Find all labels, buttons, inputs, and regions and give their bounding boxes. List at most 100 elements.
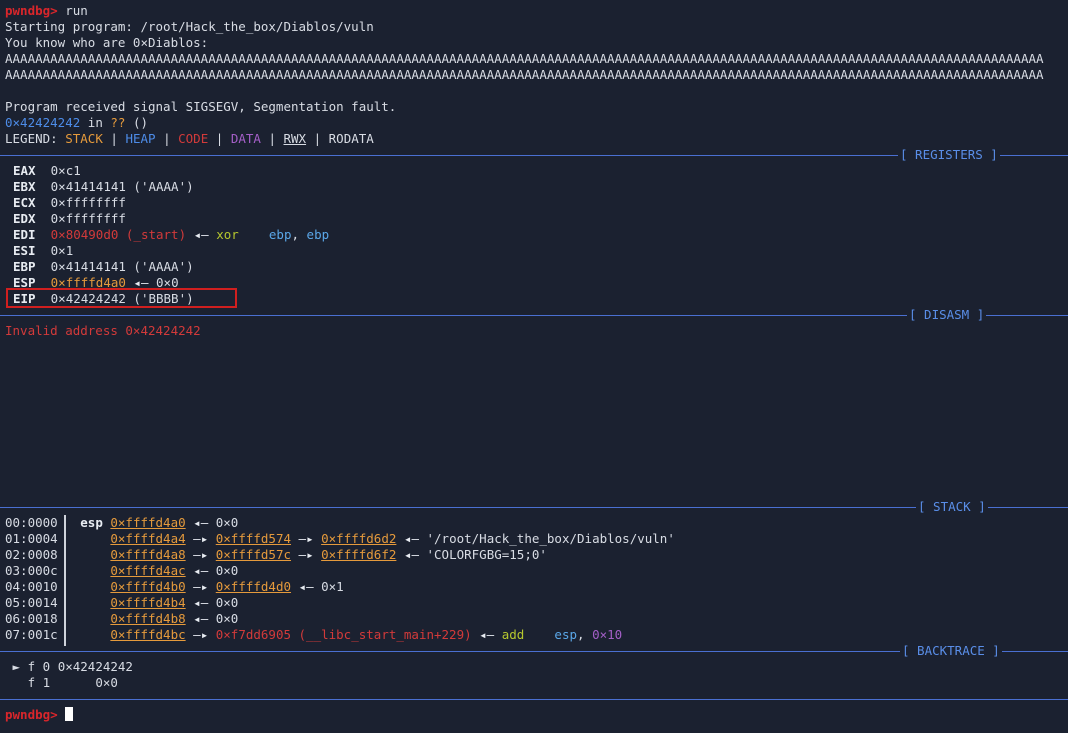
legend-rodata: RODATA [328, 131, 374, 146]
legend-label: LEGEND: [5, 131, 66, 146]
deref-arrow: —▸ [185, 531, 216, 546]
reg-value: 0×41414141 ('AAAA') [50, 259, 194, 274]
stack-pointer[interactable]: 0×f7dd6905 (__libc_start_main+229) [216, 627, 472, 642]
stack-address[interactable]: 0×ffffd4a8 [110, 547, 185, 562]
legend-bar: | [306, 131, 329, 146]
eip-highlight-box [6, 288, 237, 308]
stack-row: 03:000c 0×ffffd4ac ◂— 0×0 [5, 563, 238, 579]
stack-offset: 01:0004 [5, 531, 58, 546]
deref-arrow: —▸ [185, 547, 216, 562]
reg-name: EBX [13, 179, 36, 194]
stack-address[interactable]: 0×ffffd4b4 [110, 595, 185, 610]
reg-name: EAX [13, 163, 36, 178]
stack-value: 0×0 [215, 515, 239, 530]
register-eax: EAX 0×c1 [13, 163, 81, 179]
deref-arrow: —▸ [291, 531, 322, 546]
stack-offset: 07:001c [5, 627, 58, 642]
terminal-window[interactable]: pwndbg> run Starting program: /root/Hack… [0, 0, 1068, 733]
stack-address[interactable]: 0×ffffd4a4 [110, 531, 185, 546]
stack-pointer[interactable]: 0×ffffd6f2 [321, 547, 396, 562]
prompt: pwndbg> [5, 707, 58, 722]
instruction-op: add [501, 627, 525, 642]
stack-row: 07:001c 0×ffffd4bc —▸ 0×f7dd6905 (__libc… [5, 627, 622, 643]
prompt: pwndbg> [5, 3, 58, 18]
stack-pointer[interactable]: 0×ffffd574 [216, 531, 291, 546]
reg-value: 0×ffffffff [50, 211, 126, 226]
deref-arrow: ◂— [396, 531, 427, 546]
register-edx: EDX 0×ffffffff [13, 211, 126, 227]
fault-symbol: ?? [110, 115, 126, 130]
text-cursor[interactable] [65, 707, 74, 721]
reg-name: EBP [13, 259, 36, 274]
stack-offset: 05:0014 [5, 595, 58, 610]
stack-offset: 03:000c [5, 563, 58, 578]
stack-address[interactable]: 0×ffffd4a0 [110, 515, 185, 530]
reg-name: ECX [13, 195, 36, 210]
fault-paren: () [125, 115, 149, 130]
stack-value: '/root/Hack_the_box/Diablos/vuln' [426, 531, 675, 546]
legend-stack: STACK [65, 131, 103, 146]
arg-comma: , [291, 227, 307, 242]
reg-name: ESI [13, 243, 36, 258]
command-line: pwndbg> run [5, 3, 88, 19]
stack-pointer[interactable]: 0×ffffd57c [216, 547, 291, 562]
stack-row: 00:0000 esp 0×ffffd4a0 ◂— 0×0 [5, 515, 238, 531]
deref-arrow: —▸ [185, 579, 216, 594]
separator-rule [0, 699, 1068, 700]
payload-line-2: AAAAAAAAAAAAAAAAAAAAAAAAAAAAAAAAAAAAAAAA… [5, 67, 1044, 82]
registers-separator: [ REGISTERS ] [0, 147, 1068, 163]
instruction-arg: ebp [268, 227, 292, 242]
legend-code: CODE [178, 131, 209, 146]
disasm-title: [ DISASM ] [907, 307, 987, 323]
register-esi: ESI 0×1 [13, 243, 73, 259]
reg-name: EDX [13, 211, 36, 226]
fault-in: in [80, 115, 111, 130]
deref-arrow: ◂— [396, 547, 427, 562]
stack-value: 0×0 [215, 563, 239, 578]
deref-arrow: ◂— [185, 611, 216, 626]
legend-bar: | [155, 131, 179, 146]
legend-rwx: RWX [283, 131, 307, 146]
backtrace-frame: f 1 0×0 [5, 675, 118, 691]
stack-pointer[interactable]: 0×ffffd4d0 [216, 579, 291, 594]
fault-line: 0×42424242 in ?? () [5, 115, 148, 131]
legend-data: DATA [230, 131, 261, 146]
disasm-separator: [ DISASM ] [0, 307, 1068, 323]
stack-offset: 02:0008 [5, 547, 58, 562]
register-edi: EDI 0×80490d0 (_start) ◂— xor ebp, ebp [13, 227, 329, 243]
deref-arrow: ◂— [185, 563, 216, 578]
legend-line: LEGEND: STACK | HEAP | CODE | DATA | RWX… [5, 131, 374, 147]
stack-address[interactable]: 0×ffffd4ac [110, 563, 185, 578]
stack-row: 02:0008 0×ffffd4a8 —▸ 0×ffffd57c —▸ 0×ff… [5, 547, 547, 563]
frame-address: 0×42424242 [57, 659, 133, 674]
input-prompt-line[interactable]: pwndbg> [5, 707, 74, 723]
legend-heap: HEAP [125, 131, 156, 146]
legend-bar: | [260, 131, 284, 146]
stack-pointer[interactable]: 0×ffffd6d2 [321, 531, 396, 546]
instruction-op: xor [216, 227, 239, 242]
backtrace-frame: ► f 0 0×42424242 [5, 659, 133, 675]
reg-value: 0×80490d0 (_start) [50, 227, 187, 242]
frame-address: 0×0 [57, 675, 118, 690]
bottom-separator [0, 691, 1068, 707]
stack-address[interactable]: 0×ffffd4bc [110, 627, 185, 642]
reg-value: 0×41414141 ('AAAA') [50, 179, 194, 194]
disasm-message: Invalid address 0×42424242 [5, 323, 201, 338]
command-text: run [65, 3, 88, 18]
stack-value: 0×0 [215, 595, 239, 610]
signal-line: Program received signal SIGSEGV, Segment… [5, 99, 397, 114]
stack-address[interactable]: 0×ffffd4b0 [110, 579, 185, 594]
stack-offset: 04:0010 [5, 579, 58, 594]
legend-bar: | [102, 131, 126, 146]
separator-rule [0, 507, 1068, 508]
stack-reg: esp [80, 515, 103, 530]
arg-comma: , [577, 627, 593, 642]
stack-address[interactable]: 0×ffffd4b8 [110, 611, 185, 626]
register-ebx: EBX 0×41414141 ('AAAA') [13, 179, 194, 195]
stack-row: 06:0018 0×ffffd4b8 ◂— 0×0 [5, 611, 238, 627]
current-frame-marker: ► [5, 659, 28, 674]
frame-label: f 0 [27, 659, 58, 674]
frame-label: f 1 [27, 675, 58, 690]
deref-arrow: ◂— [471, 627, 502, 642]
instruction-arg: 0×10 [592, 627, 623, 642]
